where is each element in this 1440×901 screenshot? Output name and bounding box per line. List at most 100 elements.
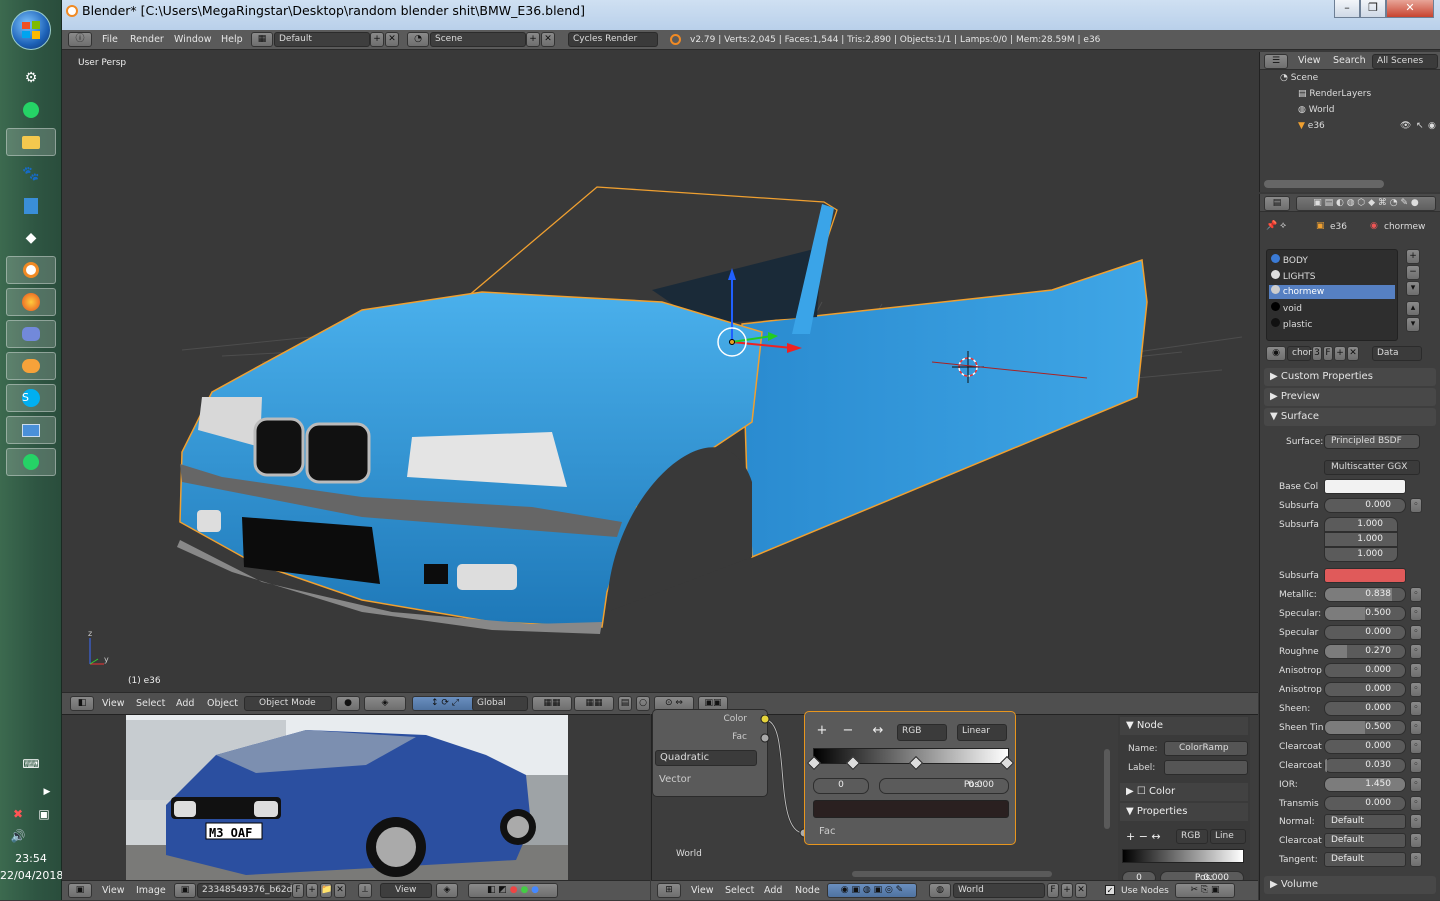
shader-input-field[interactable]: 0.500 bbox=[1324, 606, 1406, 621]
image-fake-user[interactable]: F bbox=[292, 883, 304, 898]
remove-scene-button[interactable]: ✕ bbox=[541, 32, 555, 47]
slot-specials-button[interactable]: ▾ bbox=[1406, 281, 1420, 296]
shader-input-field[interactable]: 0.500 bbox=[1324, 720, 1406, 735]
remove-screen-button[interactable]: ✕ bbox=[385, 32, 399, 47]
outliner-item-e36[interactable]: ▼ e36 bbox=[1298, 121, 1325, 131]
socket-link-button[interactable]: ◦ bbox=[1410, 758, 1422, 773]
properties-editor-icon[interactable]: ▤ bbox=[1264, 196, 1290, 211]
material-slot-void[interactable]: void bbox=[1271, 302, 1302, 314]
material-name-field[interactable]: chor bbox=[1287, 346, 1312, 361]
app-icon[interactable] bbox=[6, 192, 56, 220]
firefox-icon[interactable] bbox=[6, 288, 56, 316]
pivot-select[interactable]: ◈ bbox=[364, 696, 406, 711]
object-breadcrumb[interactable]: e36 bbox=[1330, 222, 1347, 232]
image-view-mode[interactable]: View bbox=[380, 883, 432, 898]
side-ramp-mode[interactable]: RGB bbox=[1176, 829, 1208, 844]
proportional-edit-icon[interactable]: ○ bbox=[636, 696, 650, 711]
discord-icon[interactable] bbox=[6, 320, 56, 348]
inkscape-icon[interactable]: ◆ bbox=[6, 224, 56, 252]
material-users-count[interactable]: 3 bbox=[1312, 346, 1322, 361]
viewport-menu-object[interactable]: Object bbox=[207, 694, 238, 714]
menu-render[interactable]: Render bbox=[130, 30, 164, 50]
socket-link-button[interactable]: ◦ bbox=[1410, 720, 1422, 735]
socket-link-button[interactable]: ◦ bbox=[1410, 739, 1422, 754]
radius-x-field[interactable]: 1.000 bbox=[1324, 517, 1398, 532]
side-ramp-interp[interactable]: Line bbox=[1210, 829, 1246, 844]
node-extra-buttons[interactable]: ✂ ⎘ ▣ bbox=[1175, 883, 1235, 898]
socket-link-button[interactable]: ◦ bbox=[1410, 663, 1422, 678]
orientation-select[interactable]: Global bbox=[472, 696, 528, 711]
outliner-item-world[interactable]: ◍ World bbox=[1298, 105, 1335, 115]
image-editor[interactable]: M3 OAF bbox=[62, 714, 650, 881]
vector-input-field[interactable]: Default bbox=[1324, 852, 1406, 867]
distribution-select[interactable]: Multiscatter GGX bbox=[1324, 460, 1420, 475]
node-menu-select[interactable]: Select bbox=[725, 881, 754, 901]
use-nodes-checkbox[interactable]: ✓ bbox=[1105, 885, 1115, 895]
use-nodes-label[interactable]: Use Nodes bbox=[1121, 881, 1169, 901]
node-horizontal-scrollbar[interactable] bbox=[852, 871, 1052, 877]
clock-date[interactable]: 22/04/2018 bbox=[0, 869, 63, 882]
material-slot-body[interactable]: BODY bbox=[1271, 254, 1308, 266]
material-new-button[interactable]: + bbox=[1334, 346, 1346, 361]
custom-properties-panel[interactable]: ▶ Custom Properties bbox=[1264, 368, 1436, 386]
shading-select[interactable]: ● bbox=[336, 696, 360, 711]
properties-editor[interactable]: ▤ ▣ ▤ ◐ ◍ ⬡ ◆ ⌘ ◔ ✎ ● 📌 ⟡ ▣ e36 ◉ chorme… bbox=[1259, 194, 1440, 900]
ramp-remove-stop-button[interactable]: − bbox=[839, 724, 857, 739]
material-slot-chormew[interactable]: chormew bbox=[1269, 285, 1395, 299]
socket-link-button[interactable]: ◦ bbox=[1410, 625, 1422, 640]
outliner-menu-search[interactable]: Search bbox=[1333, 51, 1366, 71]
keyboard-icon[interactable]: ⌨ bbox=[6, 750, 56, 778]
outliner-scrollbar[interactable] bbox=[1264, 180, 1384, 188]
color-ramp-node[interactable]: + − ↔ RGB Linear 0 Pos:0.000 Fac bbox=[804, 711, 1016, 845]
world-new-button[interactable]: + bbox=[1061, 883, 1073, 898]
whatsapp-window-icon[interactable] bbox=[6, 448, 56, 476]
menu-file[interactable]: File bbox=[102, 30, 118, 50]
manipulator-buttons[interactable]: ↕ ⟳ ⤢ bbox=[412, 696, 478, 711]
base-color-swatch[interactable] bbox=[1324, 479, 1406, 494]
outliner-editor-icon[interactable]: ☰ bbox=[1264, 54, 1288, 69]
close-button[interactable]: ✕ bbox=[1386, 0, 1434, 18]
subsurface-field[interactable]: 0.000 bbox=[1324, 498, 1406, 513]
node-menu-node[interactable]: Node bbox=[795, 881, 820, 901]
image-open-icon[interactable]: 📁 bbox=[320, 883, 332, 898]
socket-link-button[interactable]: ◦ bbox=[1410, 777, 1422, 792]
socket-link-button[interactable]: ◦ bbox=[1410, 682, 1422, 697]
scene-field[interactable]: Scene bbox=[430, 32, 526, 47]
socket-link-button[interactable]: ◦ bbox=[1410, 852, 1422, 867]
gimp-icon[interactable]: 🐾 bbox=[6, 160, 56, 188]
material-link-select[interactable]: Data bbox=[1372, 346, 1422, 361]
volume-panel[interactable]: ▶ Volume bbox=[1264, 876, 1436, 894]
mode-select[interactable]: Object Mode bbox=[244, 696, 332, 711]
blender-icon[interactable] bbox=[6, 256, 56, 284]
shader-input-field[interactable]: 0.000 bbox=[1324, 701, 1406, 716]
render-engine-select[interactable]: Cycles Render bbox=[568, 32, 658, 47]
ramp-flip-button[interactable]: ↔ bbox=[867, 724, 889, 739]
outliner-item-scene[interactable]: ◔ Scene bbox=[1280, 73, 1318, 83]
add-scene-button[interactable]: + bbox=[526, 32, 540, 47]
node-color-panel[interactable]: ▶ ☐ Color bbox=[1120, 783, 1248, 801]
node-menu-add[interactable]: Add bbox=[764, 881, 782, 901]
viewport-editor-icon[interactable]: ◧ bbox=[70, 696, 94, 711]
material-browse-icon[interactable]: ◉ bbox=[1266, 346, 1286, 361]
node-editor[interactable]: Color Fac Quadratic Vector + − ↔ RGB Lin… bbox=[651, 709, 1258, 885]
chat-icon[interactable] bbox=[6, 352, 56, 380]
start-button[interactable] bbox=[11, 10, 51, 50]
vector-input-field[interactable]: Default bbox=[1324, 814, 1406, 829]
socket-link-button[interactable]: ◦ bbox=[1410, 814, 1422, 829]
clock-time[interactable]: 23:54 bbox=[0, 852, 62, 865]
shader-input-field[interactable]: 0.000 bbox=[1324, 663, 1406, 678]
selectable-cursor-icon[interactable]: ↖ bbox=[1416, 121, 1424, 131]
ramp-active-index[interactable]: 0 bbox=[813, 778, 869, 794]
socket-link-button[interactable]: ◦ bbox=[1410, 833, 1422, 848]
world-unlink-button[interactable]: ✕ bbox=[1075, 883, 1087, 898]
socket-link-button[interactable]: ◦ bbox=[1410, 587, 1422, 602]
steam-icon[interactable]: ⚙ bbox=[6, 64, 56, 92]
material-fake-user[interactable]: F bbox=[1323, 346, 1333, 361]
world-browse-icon[interactable]: ◍ bbox=[929, 883, 951, 898]
layers-grid-2[interactable]: ▦▦ bbox=[574, 696, 614, 711]
node-vertical-scrollbar[interactable] bbox=[1104, 749, 1110, 829]
side-ramp-tools[interactable]: + − ↔ bbox=[1126, 830, 1161, 843]
outliner-menu-view[interactable]: View bbox=[1298, 51, 1321, 71]
preview-panel[interactable]: ▶ Preview bbox=[1264, 388, 1436, 406]
surface-shader-select[interactable]: Principled BSDF bbox=[1324, 434, 1420, 449]
